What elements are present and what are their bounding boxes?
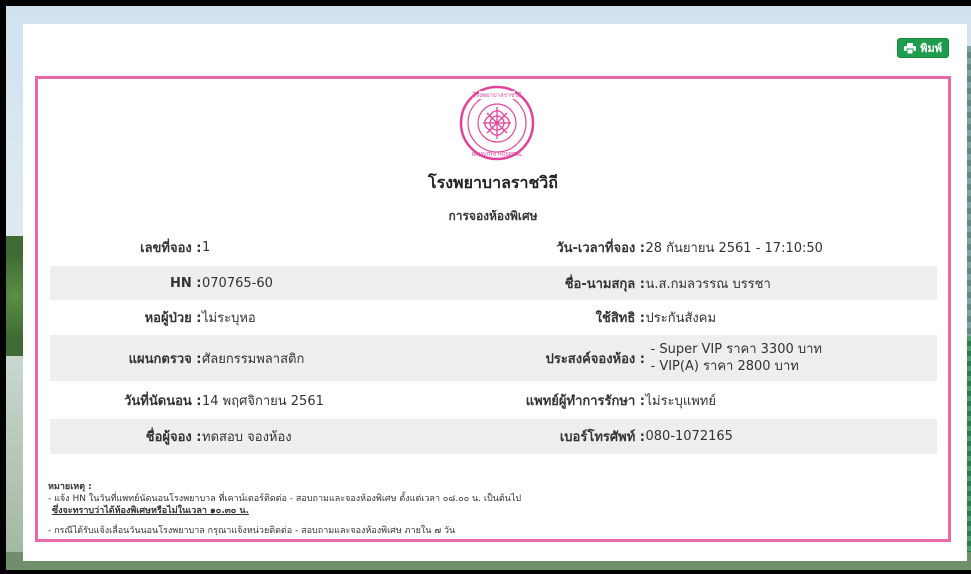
info-row: วันที่นัดนอน : 14 พฤศจิกายน 2561 แพทย์ผู… — [50, 382, 937, 418]
booker-name-label: ชื่อผู้จอง : — [145, 430, 202, 445]
booker-name-value: ทดสอบ จองห้อง — [202, 430, 292, 445]
booking-document: โรงพยาบาลราชวิถี RAJAVITHI HOSPITAL โรงพ… — [35, 76, 951, 542]
room-option-2: - VIP(A) ราคา 2800 บาท — [650, 359, 799, 374]
print-button[interactable]: พิมพ์ — [897, 38, 949, 58]
remarks-line-3: - กรณีได้รับแจ้งเลื่อนวันนอนโรงพยาบาล กร… — [48, 526, 456, 536]
phone-value: 080-1072165 — [645, 429, 733, 444]
admission-date-label: วันที่นัดนอน : — [124, 393, 202, 409]
booking-number-value: 1 — [202, 239, 211, 255]
info-row: HN : 070765-60 ชื่อ-นามสกุล : น.ส.กมลวรร… — [50, 266, 937, 300]
hospital-name: โรงพยาบาลราชวิถี — [428, 173, 558, 192]
svg-text:RAJAVITHI HOSPITAL: RAJAVITHI HOSPITAL — [472, 152, 522, 158]
coverage-value: ประกันสังคม — [645, 310, 717, 326]
info-row: เลขที่จอง : 1 วัน-เวลาที่จอง : 28 กันยาย… — [50, 232, 937, 262]
document-subtitle: การจองห้องพิเศษ — [448, 209, 538, 223]
booking-modal: พิมพ์ โรงพยาบาลราชวิถี RAJAVITHI HOSPITA… — [23, 24, 967, 561]
admission-date-value: 14 พฤศจิกายน 2561 — [202, 393, 324, 409]
ward-value: ไม่ระบุหอ — [202, 310, 256, 326]
hospital-seal-logo: โรงพยาบาลราชวิถี RAJAVITHI HOSPITAL — [459, 85, 535, 161]
ward-label: หอผู้ป่วย : — [144, 310, 202, 326]
phone-label: เบอร์โทรศัพท์ : — [559, 430, 645, 445]
room-request-value: - Super VIP ราคา 3300 บาท - VIP(A) ราคา … — [651, 335, 823, 381]
doctor-label: แพทย์ผู้ทำการรักษา : — [525, 393, 645, 409]
remarks-title: หมายเหตุ : — [48, 482, 92, 492]
patient-name-value: น.ส.กมลวรรณ บรรชา — [645, 276, 771, 292]
booking-datetime-label: วัน-เวลาที่จอง : — [556, 240, 645, 256]
patient-name-label: ชื่อ-นามสกุล : — [564, 276, 645, 292]
svg-text:โรงพยาบาลราชวิถี: โรงพยาบาลราชวิถี — [473, 91, 522, 99]
print-button-label: พิมพ์ — [920, 42, 942, 55]
printer-icon — [904, 42, 917, 54]
info-row: ชื่อผู้จอง : ทดสอบ จองห้อง เบอร์โทรศัพท์… — [50, 419, 937, 454]
department-value: ศัลยกรรมพลาสติก — [202, 351, 305, 367]
booking-datetime-value: 28 กันยายน 2561 - 17:10:50 — [645, 240, 823, 256]
remarks-line-1: - แจ้ง HN ในวันที่แพทย์นัดนอนโรงพยาบาล ท… — [48, 494, 522, 504]
remarks: หมายเหตุ : - แจ้ง HN ในวันที่แพทย์นัดนอน… — [48, 481, 521, 537]
doctor-value: ไม่ระบุแพทย์ — [645, 393, 716, 409]
coverage-label: ใช้สิทธิ : — [595, 310, 645, 326]
info-row: แผนกตรวจ : ศัลยกรรมพลาสติก ประสงค์จองห้อ… — [50, 335, 937, 381]
background-tree — [6, 236, 24, 356]
hn-label: HN : — [170, 275, 202, 291]
department-label: แผนกตรวจ : — [128, 351, 202, 367]
room-option-1: - Super VIP ราคา 3300 บาท — [650, 342, 823, 357]
room-request-label: ประสงค์จองห้อง : — [545, 351, 645, 367]
remarks-line-2: ซึ่งจะทราบว่าได้ห้องพิเศษหรือไม่ในเวลา ๑… — [52, 506, 249, 516]
booking-number-label: เลขที่จอง : — [140, 240, 202, 256]
info-row: หอผู้ป่วย : ไม่ระบุหอ ใช้สิทธิ : ประกันส… — [50, 300, 937, 334]
hn-value: 070765-60 — [202, 275, 273, 291]
